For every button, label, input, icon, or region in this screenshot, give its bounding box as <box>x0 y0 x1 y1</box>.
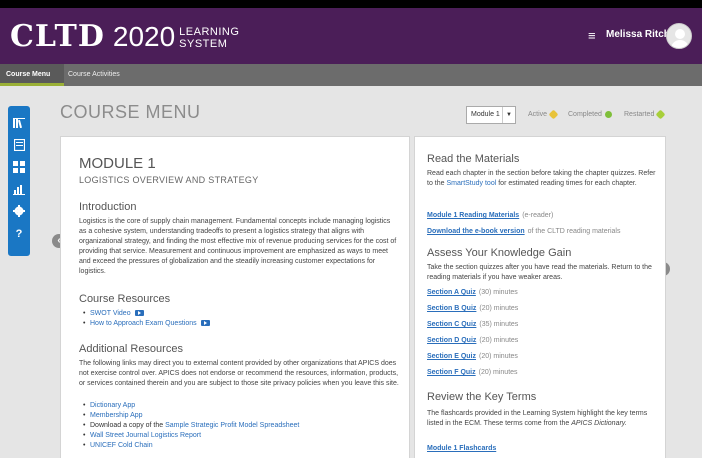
quiz-link[interactable]: Section F Quiz (20) minutes <box>427 369 518 376</box>
user-avatar-icon[interactable] <box>666 23 692 49</box>
flashcards-icon[interactable] <box>13 161 25 173</box>
page-title: COURSE MENU <box>60 102 201 122</box>
ebook-download-link[interactable]: Download the e-book version of the CLTD r… <box>427 228 620 235</box>
quiz-label[interactable]: Section B Quiz <box>427 305 476 312</box>
wsj-report-link[interactable]: Wall Street Journal Logistics Report <box>90 432 201 439</box>
module-activities-card: Read the Materials Read each chapter in … <box>414 136 666 458</box>
quiz-time: (35) minutes <box>479 321 519 328</box>
read-materials-heading: Read the Materials <box>427 153 520 165</box>
quiz-link[interactable]: Section A Quiz (30) minutes <box>427 289 518 296</box>
video-icon <box>134 310 144 317</box>
additional-resources-text: The following links may direct you to ex… <box>79 360 399 387</box>
module-overview-card: MODULE 1 LOGISTICS OVERVIEW AND STRATEGY… <box>60 136 410 458</box>
hamburger-icon[interactable]: ≡ <box>588 28 596 43</box>
read-materials-text: Read each chapter in the section before … <box>427 169 659 189</box>
additional-resources-list: Dictionary App Membership App Download a… <box>83 401 299 451</box>
assess-heading: Assess Your Knowledge Gain <box>427 247 572 259</box>
restart-icon <box>655 109 666 120</box>
resource-swot-video[interactable]: SWOT Video <box>83 309 210 319</box>
logo-cltd: CLTD <box>10 19 105 54</box>
tab-course-menu[interactable]: Course Menu <box>0 64 64 86</box>
apics-dictionary-title: APICS Dictionary. <box>571 420 627 427</box>
avatar-body <box>671 40 689 48</box>
exam-questions-link[interactable]: How to Approach Exam Questions <box>90 320 197 327</box>
quiz-label[interactable]: Section F Quiz <box>427 369 476 376</box>
reading-materials-note: (e-reader) <box>522 212 554 219</box>
legend-restarted-label: Restarted <box>624 111 655 118</box>
quiz-link[interactable]: Section E Quiz (20) minutes <box>427 353 518 360</box>
library-icon[interactable] <box>13 118 25 130</box>
check-icon <box>604 111 612 118</box>
legend-active: Active <box>528 109 559 120</box>
introduction-text: Logistics is the core of supply chain ma… <box>79 218 397 275</box>
top-header: CLTD 2020 LEARNING SYSTEM ≡ Melissa Ritc… <box>0 8 702 64</box>
key-terms-heading: Review the Key Terms <box>427 391 537 403</box>
avatar-head <box>675 29 685 39</box>
logo-line-1: LEARNING <box>179 25 240 38</box>
ebook-label[interactable]: Download the e-book version <box>427 228 525 235</box>
quiz-time: (20) minutes <box>479 337 519 344</box>
quiz-time: (20) minutes <box>479 305 519 312</box>
tab-course-activities[interactable]: Course Activities <box>68 64 120 86</box>
reading-materials-label[interactable]: Module 1 Reading Materials <box>427 212 519 219</box>
swot-video-link[interactable]: SWOT Video <box>90 310 131 317</box>
settings-icon[interactable] <box>13 205 25 217</box>
legend-completed-label: Completed <box>568 111 602 118</box>
list-item[interactable]: Dictionary App <box>83 401 299 411</box>
quiz-link[interactable]: Section C Quiz (35) minutes <box>427 321 518 328</box>
quiz-time: (20) minutes <box>478 369 518 376</box>
read-text-2: for estimated reading times for each cha… <box>498 180 637 187</box>
app-logo[interactable]: CLTD 2020 LEARNING SYSTEM <box>10 19 239 54</box>
download-prefix: Download a copy of the <box>90 422 164 429</box>
chevron-down-icon[interactable]: ▼ <box>502 107 515 123</box>
quiz-label[interactable]: Section D Quiz <box>427 337 476 344</box>
module-title: MODULE 1 <box>79 155 156 172</box>
dictionary-app-link[interactable]: Dictionary App <box>90 402 135 409</box>
quiz-link[interactable]: Section D Quiz (20) minutes <box>427 337 518 344</box>
legend-completed: Completed <box>568 111 612 118</box>
quiz-label[interactable]: Section C Quiz <box>427 321 476 328</box>
membership-app-link[interactable]: Membership App <box>90 412 143 419</box>
course-resources-heading: Course Resources <box>79 293 171 305</box>
ebook-note: of the CLTD reading materials <box>527 228 621 235</box>
logo-year: 2020 <box>112 20 176 52</box>
main-content: ? COURSE MENU Module 1 ▼ Active Complete… <box>0 86 702 458</box>
smartstudy-link[interactable]: SmartStudy tool <box>446 180 496 187</box>
list-item[interactable]: UNICEF Cold Chain <box>83 441 299 451</box>
chart-icon[interactable] <box>13 183 25 195</box>
resource-exam-questions[interactable]: How to Approach Exam Questions <box>83 319 210 329</box>
course-resources-list: SWOT Video How to Approach Exam Question… <box>83 309 210 329</box>
pencil-icon <box>548 109 559 120</box>
video-icon <box>200 320 210 327</box>
spreadsheet-link[interactable]: Sample Strategic Profit Model Spreadshee… <box>165 422 299 429</box>
left-toolbar: ? <box>8 106 30 256</box>
unicef-cold-chain-link[interactable]: UNICEF Cold Chain <box>90 442 153 449</box>
reading-materials-link[interactable]: Module 1 Reading Materials (e-reader) <box>427 212 553 219</box>
quiz-label[interactable]: Section E Quiz <box>427 353 476 360</box>
flashcards-link[interactable]: Module 1 Flashcards <box>427 445 496 452</box>
sub-navigation: Course Menu Course Activities <box>0 64 702 86</box>
logo-subtitle: LEARNING SYSTEM <box>179 26 239 50</box>
key-terms-text: The flashcards provided in the Learning … <box>427 409 659 429</box>
legend-restarted: Restarted <box>624 109 666 120</box>
list-item[interactable]: Wall Street Journal Logistics Report <box>83 431 299 441</box>
quiz-label[interactable]: Section A Quiz <box>427 289 476 296</box>
module-subtitle: LOGISTICS OVERVIEW AND STRATEGY <box>79 175 259 185</box>
book-icon[interactable] <box>13 138 25 152</box>
app-window: CLTD 2020 LEARNING SYSTEM ≡ Melissa Ritc… <box>0 8 702 458</box>
quiz-link[interactable]: Section B Quiz (20) minutes <box>427 305 518 312</box>
list-item[interactable]: Membership App <box>83 411 299 421</box>
legend-active-label: Active <box>528 111 548 118</box>
quiz-time: (30) minutes <box>478 289 518 296</box>
quiz-time: (20) minutes <box>479 353 518 360</box>
additional-resources-heading: Additional Resources <box>79 343 183 355</box>
list-item: Download a copy of the Sample Strategic … <box>83 421 299 431</box>
logo-line-2: SYSTEM <box>179 37 228 50</box>
introduction-heading: Introduction <box>79 201 137 213</box>
help-icon[interactable]: ? <box>13 228 25 240</box>
assess-text: Take the section quizzes after you have … <box>427 264 652 281</box>
